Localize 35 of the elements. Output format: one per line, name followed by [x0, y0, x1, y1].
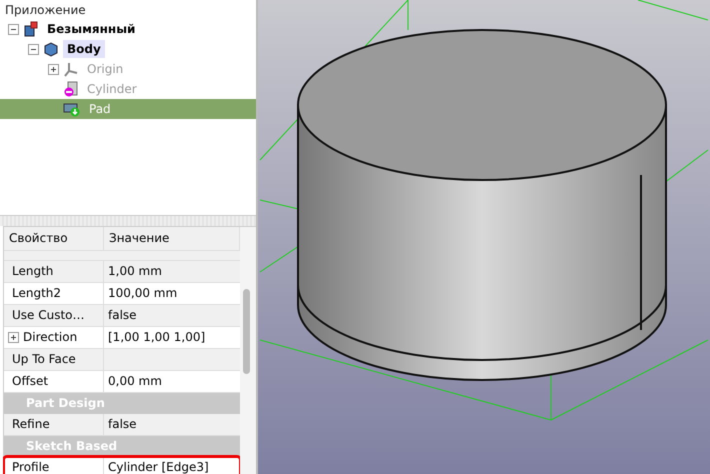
document-icon: [23, 21, 39, 37]
property-row[interactable]: Up To Face: [4, 349, 240, 371]
body-icon: [43, 41, 59, 57]
property-value[interactable]: [1,00 1,00 1,00]: [104, 327, 240, 348]
property-name: Offset: [12, 373, 48, 390]
property-name: Length2: [12, 285, 62, 302]
property-value[interactable]: 100,00 mm: [104, 283, 240, 304]
property-value[interactable]: false: [104, 305, 240, 326]
property-value[interactable]: false: [104, 414, 240, 435]
property-name: Profile: [12, 459, 50, 474]
property-value[interactable]: 1,00 mm: [104, 261, 240, 282]
property-row[interactable]: Profile Cylinder [Edge3]: [4, 457, 240, 474]
property-value[interactable]: 0,00 mm: [104, 371, 240, 392]
expand-icon[interactable]: [48, 64, 59, 74]
tree-item[interactable]: Body: [0, 39, 256, 59]
axes-icon: [63, 61, 79, 77]
scrollbar[interactable]: [240, 227, 256, 474]
expand-icon[interactable]: [8, 332, 19, 343]
property-name: Use Custo…: [12, 307, 85, 324]
property-row[interactable]: Refine false: [4, 414, 240, 436]
cylinder-icon: [63, 81, 79, 97]
property-value[interactable]: Cylinder [Edge3]: [104, 457, 240, 474]
scrollbar-thumb[interactable]: [243, 289, 250, 374]
property-row[interactable]: Length 1,00 mm: [4, 261, 240, 283]
pad-icon: [63, 101, 81, 117]
tree-title: Приложение: [4, 2, 87, 19]
property-name: Refine: [12, 416, 50, 433]
tree-item[interactable]: Безымянный: [0, 19, 256, 39]
property-name: Direction: [23, 329, 78, 346]
collapse-icon[interactable]: [8, 24, 19, 34]
column-header[interactable]: Свойство: [4, 227, 104, 250]
collapse-icon[interactable]: [28, 44, 39, 54]
property-row[interactable]: Use Custo… false: [4, 305, 240, 327]
property-name: Up To Face: [12, 351, 76, 368]
property-name: Length: [12, 263, 54, 280]
